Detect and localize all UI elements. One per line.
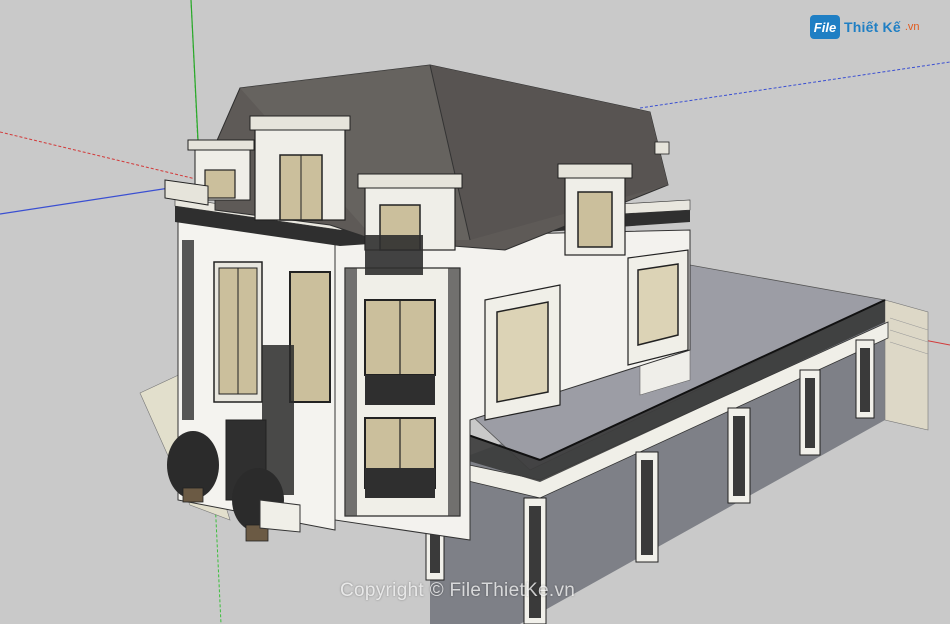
garage-end-wall xyxy=(884,299,929,431)
3d-model-viewport[interactable] xyxy=(0,0,950,624)
copyright-watermark: Copyright © FileThietKe.vn xyxy=(340,580,576,601)
central-bay xyxy=(344,267,461,517)
filethietke-logo: File Thiết Kế .vn xyxy=(810,12,922,42)
logo-mark: File xyxy=(810,15,840,39)
logo-tld: .vn xyxy=(904,21,920,33)
logo-name: Thiết Kế xyxy=(844,19,901,35)
